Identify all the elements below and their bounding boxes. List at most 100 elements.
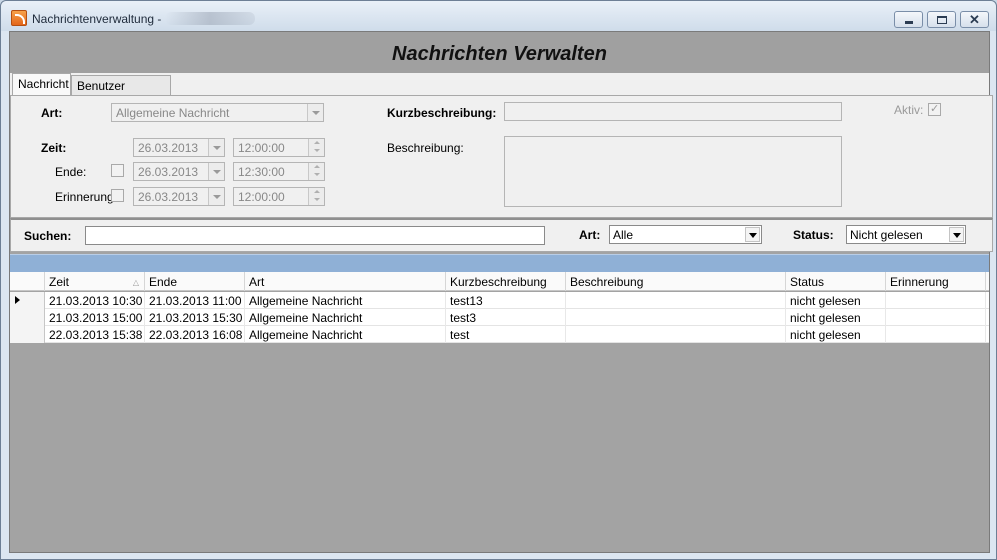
cell-kurzbeschreibung[interactable]: test13 bbox=[446, 292, 566, 309]
art-select-value: Allgemeine Nachricht bbox=[116, 106, 230, 120]
chevron-down-icon bbox=[208, 139, 224, 156]
erinnerung-checkbox[interactable] bbox=[111, 189, 124, 202]
cell-status[interactable]: nicht gelesen bbox=[786, 292, 886, 309]
ende-checkbox[interactable] bbox=[111, 164, 124, 177]
zeit-time-value: 12:00:00 bbox=[238, 141, 285, 155]
title-bar[interactable]: Nachrichtenverwaltung - ✕ bbox=[1, 1, 996, 31]
redacted-title-part bbox=[165, 12, 255, 25]
filter-art-label: Art: bbox=[579, 228, 601, 242]
minimize-icon bbox=[905, 21, 913, 24]
cell-zeit[interactable]: 22.03.2013 15:38 bbox=[45, 326, 145, 343]
tab-strip: Nachricht Benutzer zuordnen bbox=[10, 73, 989, 107]
close-icon: ✕ bbox=[969, 12, 980, 27]
client-area: Nachrichten Verwalten Nachricht Benutzer… bbox=[9, 31, 993, 553]
column-header-ende[interactable]: Ende bbox=[145, 272, 245, 291]
chevron-down-icon bbox=[949, 227, 964, 242]
cell-zeit[interactable]: 21.03.2013 15:00 bbox=[45, 309, 145, 326]
ende-time-value: 12:30:00 bbox=[238, 165, 285, 179]
minimize-button[interactable] bbox=[894, 11, 923, 28]
column-header-status[interactable]: Status bbox=[786, 272, 886, 291]
maximize-button[interactable] bbox=[927, 11, 956, 28]
suchen-label: Suchen: bbox=[24, 229, 72, 243]
cell-beschreibung[interactable] bbox=[566, 326, 786, 343]
erinnerung-date-picker[interactable]: 26.03.2013 bbox=[133, 187, 225, 206]
column-header-zeit[interactable]: Zeit △ bbox=[45, 272, 145, 291]
spinner-arrows-icon bbox=[308, 188, 324, 205]
erinnerung-label: Erinnerung: bbox=[55, 190, 118, 204]
cell-zeit[interactable]: 21.03.2013 10:30 bbox=[45, 292, 145, 309]
current-row-pointer-icon bbox=[15, 296, 20, 304]
table-row[interactable]: 22.03.2013 15:38 22.03.2013 16:08 Allgem… bbox=[10, 326, 989, 343]
cell-ende[interactable]: 21.03.2013 15:30 bbox=[145, 309, 245, 326]
cell-kurzbeschreibung[interactable]: test bbox=[446, 326, 566, 343]
cell-erinnerung[interactable] bbox=[886, 292, 986, 309]
grid-caption-strip bbox=[10, 254, 989, 272]
chevron-down-icon bbox=[307, 104, 323, 121]
art-select[interactable]: Allgemeine Nachricht bbox=[111, 103, 324, 122]
filter-status-label: Status: bbox=[793, 228, 834, 242]
zeit-date-picker[interactable]: 26.03.2013 bbox=[133, 138, 225, 157]
rss-app-icon bbox=[11, 10, 27, 26]
filter-art-value: Alle bbox=[613, 228, 634, 242]
column-header-art[interactable]: Art bbox=[245, 272, 446, 291]
row-selector[interactable] bbox=[10, 326, 45, 343]
column-header-kurzbeschreibung[interactable]: Kurzbeschreibung bbox=[446, 272, 566, 291]
tab-nachricht[interactable]: Nachricht bbox=[12, 73, 71, 96]
search-input[interactable] bbox=[85, 226, 545, 245]
filter-art-select[interactable]: Alle bbox=[609, 225, 762, 244]
aktiv-label: Aktiv: bbox=[894, 103, 924, 117]
filter-bar: Suchen: Art: Alle Status: Nicht gelesen bbox=[10, 218, 993, 252]
page-title: Nachrichten Verwalten bbox=[392, 43, 607, 65]
cell-beschreibung[interactable] bbox=[566, 309, 786, 326]
erinnerung-time-value: 12:00:00 bbox=[238, 190, 285, 204]
cell-erinnerung[interactable] bbox=[886, 309, 986, 326]
spinner-arrows-icon bbox=[308, 139, 324, 156]
chevron-down-icon bbox=[208, 188, 224, 205]
erinnerung-date-value: 26.03.2013 bbox=[138, 190, 199, 204]
ende-label: Ende: bbox=[55, 165, 87, 179]
ende-date-value: 26.03.2013 bbox=[138, 165, 199, 179]
header-bar: Nachrichten Verwalten bbox=[10, 32, 989, 73]
cell-ende[interactable]: 21.03.2013 11:00 bbox=[145, 292, 245, 309]
chevron-down-icon bbox=[208, 163, 224, 180]
spinner-arrows-icon bbox=[308, 163, 324, 180]
cell-status[interactable]: nicht gelesen bbox=[786, 309, 886, 326]
cell-status[interactable]: nicht gelesen bbox=[786, 326, 886, 343]
ende-time-spinner[interactable]: 12:30:00 bbox=[233, 162, 325, 181]
cell-ende[interactable]: 22.03.2013 16:08 bbox=[145, 326, 245, 343]
art-label: Art: bbox=[41, 106, 63, 120]
cell-beschreibung[interactable] bbox=[566, 292, 786, 309]
table-row[interactable]: 21.03.2013 10:30 21.03.2013 11:00 Allgem… bbox=[10, 292, 989, 309]
tab-benutzer-zuordnen[interactable]: Benutzer zuordnen bbox=[71, 75, 171, 107]
filter-status-value: Nicht gelesen bbox=[850, 228, 923, 242]
ende-date-picker[interactable]: 26.03.2013 bbox=[133, 162, 225, 181]
table-row[interactable]: 21.03.2013 15:00 21.03.2013 15:30 Allgem… bbox=[10, 309, 989, 326]
cell-erinnerung[interactable] bbox=[886, 326, 986, 343]
sort-ascending-icon: △ bbox=[132, 278, 139, 287]
column-header-label: Zeit bbox=[49, 275, 70, 289]
app-window: Nachrichtenverwaltung - ✕ Nachrichten Ve… bbox=[0, 0, 997, 560]
zeit-time-spinner[interactable]: 12:00:00 bbox=[233, 138, 325, 157]
kurzbeschreibung-field[interactable] bbox=[504, 102, 842, 121]
aktiv-checkbox[interactable] bbox=[928, 102, 941, 116]
beschreibung-textarea[interactable] bbox=[504, 136, 842, 207]
message-form: Art: Allgemeine Nachricht Zeit: 26.03.20… bbox=[10, 95, 993, 218]
cell-art[interactable]: Allgemeine Nachricht bbox=[245, 292, 446, 309]
row-header-corner bbox=[10, 272, 45, 291]
row-selector[interactable] bbox=[10, 292, 45, 309]
row-selector[interactable] bbox=[10, 309, 45, 326]
grid-header: Zeit △ Ende Art Kurzbeschreibung Beschrei… bbox=[10, 272, 989, 291]
zeit-date-value: 26.03.2013 bbox=[138, 141, 199, 155]
close-button[interactable]: ✕ bbox=[960, 11, 989, 28]
maximize-icon bbox=[937, 16, 947, 24]
cell-art[interactable]: Allgemeine Nachricht bbox=[245, 326, 446, 343]
column-header-beschreibung[interactable]: Beschreibung bbox=[566, 272, 786, 291]
cell-art[interactable]: Allgemeine Nachricht bbox=[245, 309, 446, 326]
cell-kurzbeschreibung[interactable]: test3 bbox=[446, 309, 566, 326]
window-title: Nachrichtenverwaltung - bbox=[32, 12, 162, 26]
filter-status-select[interactable]: Nicht gelesen bbox=[846, 225, 966, 244]
erinnerung-time-spinner[interactable]: 12:00:00 bbox=[233, 187, 325, 206]
kurzbeschreibung-label: Kurzbeschreibung: bbox=[387, 106, 497, 120]
chevron-down-icon bbox=[745, 227, 760, 242]
column-header-erinnerung[interactable]: Erinnerung bbox=[886, 272, 986, 291]
